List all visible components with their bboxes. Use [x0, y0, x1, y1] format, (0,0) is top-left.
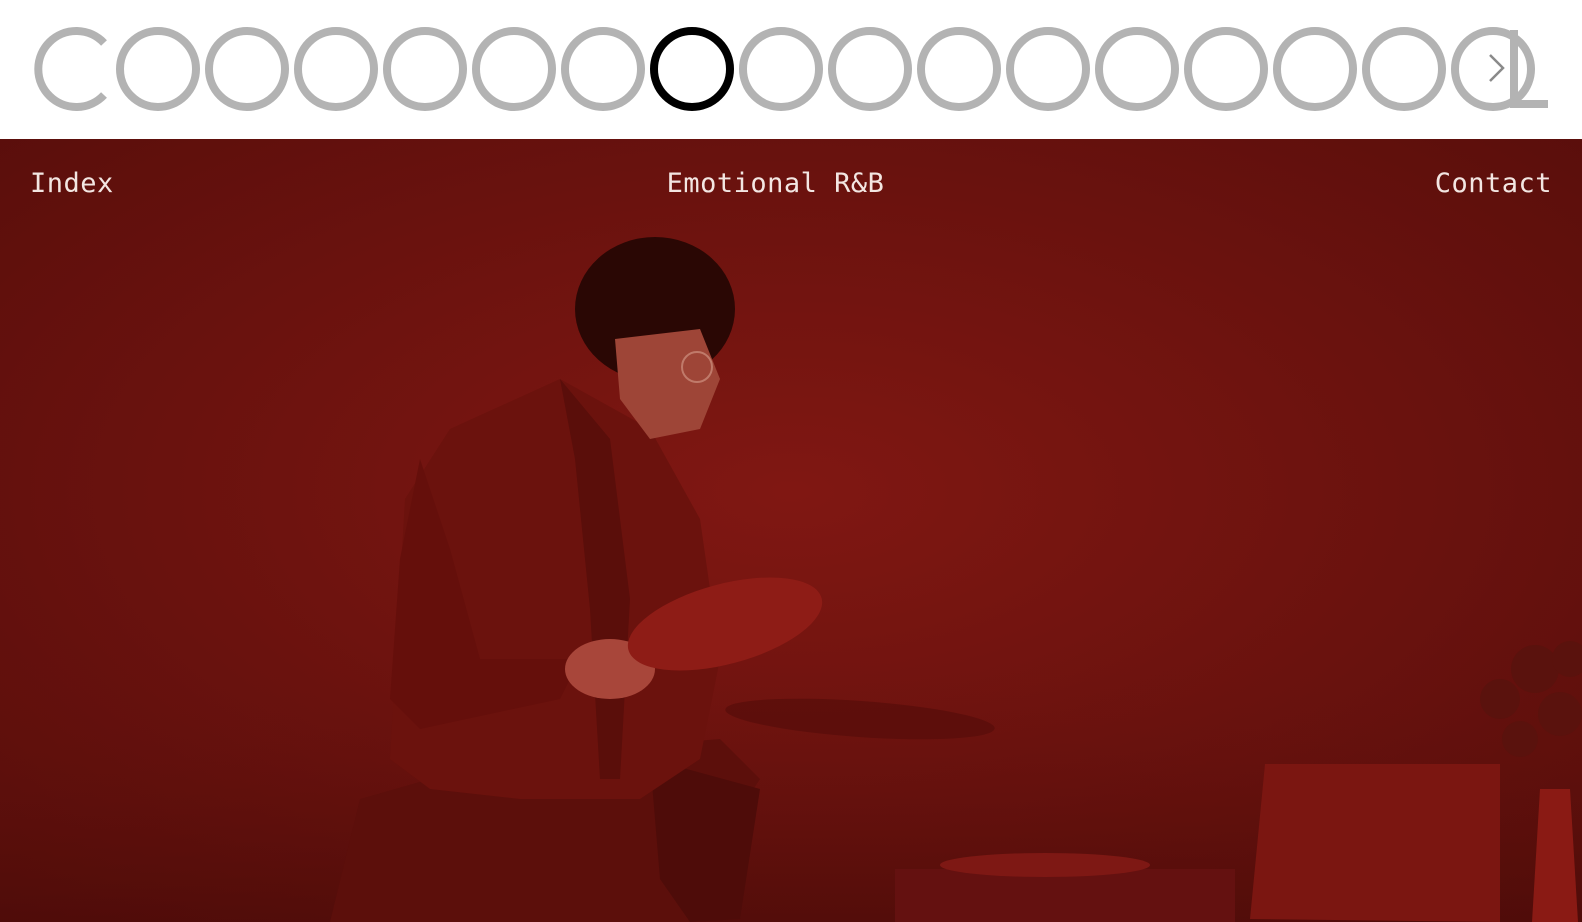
logo-circle — [1362, 27, 1446, 111]
logo-circle — [1184, 27, 1268, 111]
hero-image — [0, 139, 1582, 922]
top-bar — [0, 0, 1582, 139]
logo-letter-c — [34, 27, 107, 111]
logo-circle — [383, 27, 467, 111]
logo-circle — [116, 27, 200, 111]
logo-circle — [739, 27, 823, 111]
contact-link[interactable]: Contact — [1435, 167, 1552, 201]
logo-circle — [1273, 27, 1357, 111]
chevron-right-icon[interactable] — [1483, 50, 1511, 86]
page-title: Emotional R&B — [666, 168, 885, 199]
logo-circle — [205, 27, 289, 111]
wordmark-logo — [34, 27, 1548, 111]
hero-video[interactable]: Index Emotional R&B Contact — [0, 139, 1582, 922]
logo-circle — [1095, 27, 1179, 111]
logo-circle-active — [650, 27, 734, 111]
logo-circle — [561, 27, 645, 111]
logo-circle — [472, 27, 556, 111]
logo-circle — [917, 27, 1001, 111]
logo-circle — [828, 27, 912, 111]
logo-circle — [294, 27, 378, 111]
logo-circle — [1006, 27, 1090, 111]
